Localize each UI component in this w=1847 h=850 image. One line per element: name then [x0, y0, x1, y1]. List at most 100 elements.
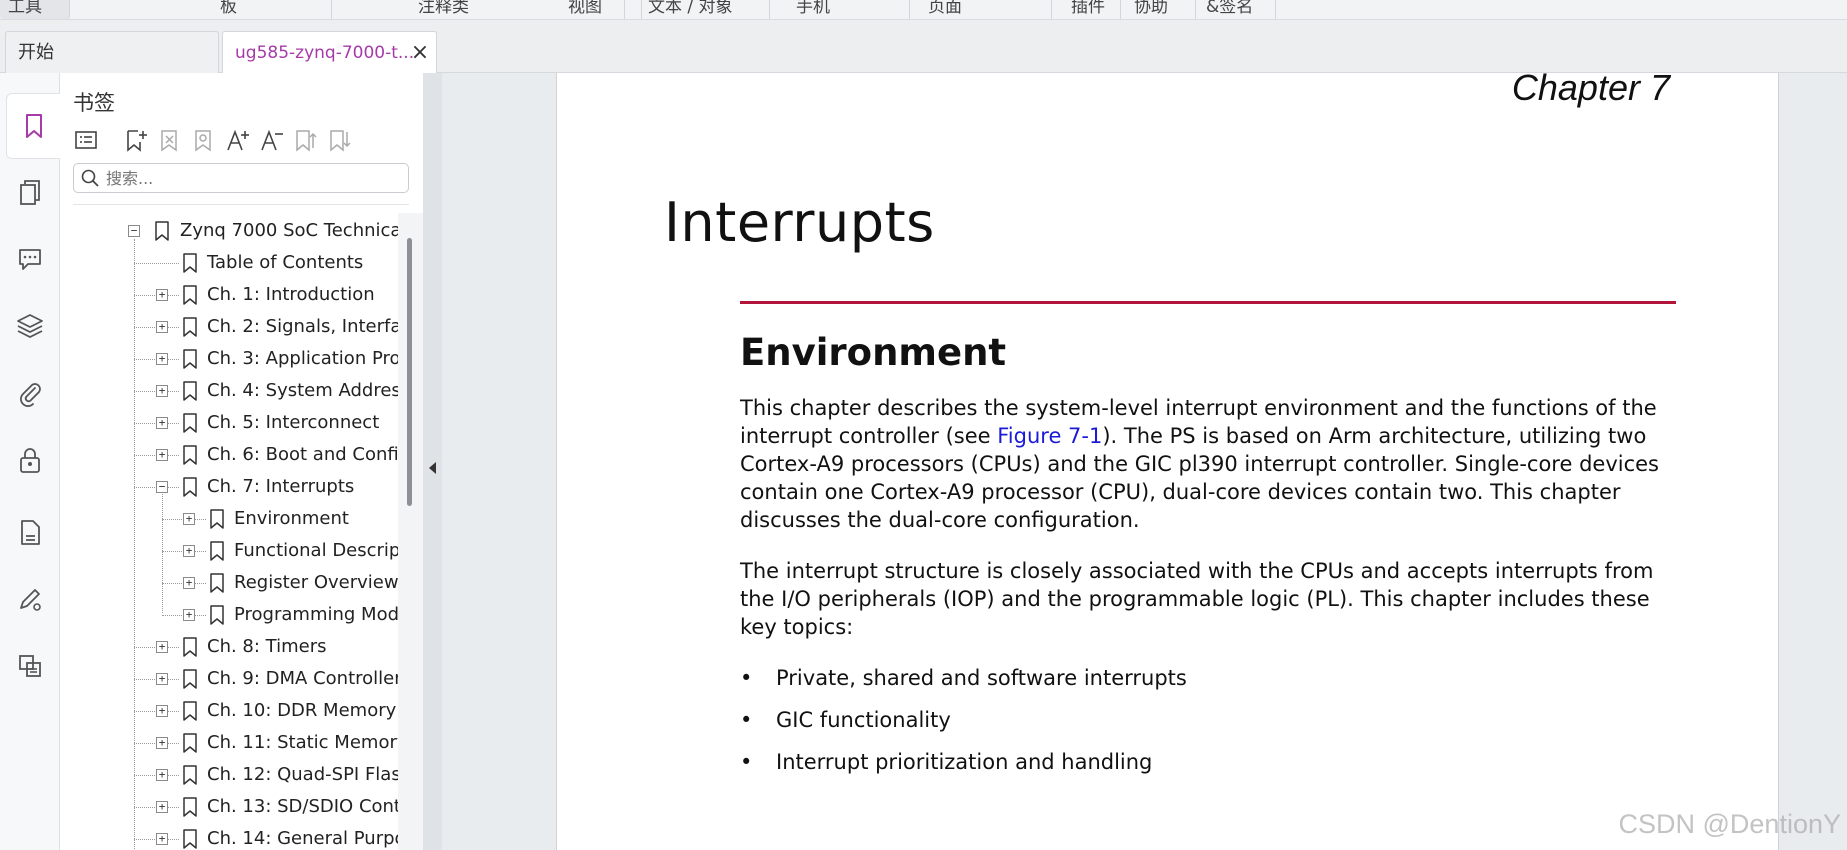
- menu-item-view[interactable]: 视图: [560, 0, 642, 19]
- bookmark-icon: [183, 445, 197, 465]
- add-bookmark-icon: [127, 130, 147, 152]
- tab-document[interactable]: ug585-zynq-7000-t... ×: [222, 31, 437, 73]
- bookmark-item[interactable]: + Programming Model: [60, 599, 398, 631]
- bookmark-tree-scrollbar[interactable]: [398, 213, 423, 850]
- bookmark-icon: [210, 541, 224, 561]
- menu-item-sign[interactable]: &签名: [1198, 0, 1276, 19]
- bookmark-icon: [183, 317, 197, 337]
- scrollbar-thumb[interactable]: [407, 238, 412, 506]
- bookmark-item[interactable]: + Ch. 10: DDR Memory Controller: [60, 695, 398, 727]
- expand-icon[interactable]: +: [156, 769, 168, 781]
- bookmark-item[interactable]: − Ch. 7: Interrupts: [60, 471, 398, 503]
- bookmark-root[interactable]: − Zynq 7000 SoC Technical Reference Manua…: [60, 215, 398, 247]
- expand-icon[interactable]: +: [183, 513, 195, 525]
- find-bookmark-button[interactable]: [190, 125, 218, 155]
- expand-icon[interactable]: +: [156, 705, 168, 717]
- compare-panel-button[interactable]: [8, 644, 52, 688]
- expand-icon[interactable]: +: [156, 289, 168, 301]
- expand-icon[interactable]: +: [156, 385, 168, 397]
- menu-item-phone[interactable]: 手机: [788, 0, 910, 19]
- bookmark-item[interactable]: + Ch. 5: Interconnect: [60, 407, 398, 439]
- document-viewer[interactable]: Chapter 7 Interrupts Environment This ch…: [442, 73, 1847, 850]
- add-bookmark-button[interactable]: [122, 125, 150, 155]
- bookmark-label: Ch. 3: Application Processing Unit: [207, 348, 398, 369]
- menu-item-text[interactable]: 文本 / 对象: [640, 0, 770, 19]
- decrease-font-button[interactable]: [258, 125, 286, 155]
- signature-panel-button[interactable]: [8, 577, 52, 621]
- bookmark-icon: [183, 381, 197, 401]
- expand-icon[interactable]: +: [183, 609, 195, 621]
- tab-bar: 开始 ug585-zynq-7000-t... ×: [0, 20, 1847, 73]
- bookmark-icon: [183, 829, 197, 849]
- collapse-icon[interactable]: −: [156, 481, 168, 493]
- bullet-text: Private, shared and software interrupts: [776, 666, 1187, 690]
- bookmark-item[interactable]: Table of Contents: [60, 247, 398, 279]
- layers-panel-button[interactable]: [8, 304, 52, 348]
- bookmark-item[interactable]: + Register Overview: [60, 567, 398, 599]
- figure-link[interactable]: Figure 7-1: [997, 424, 1102, 448]
- bookmark-label: Ch. 14: General Purpose I/O (GPIO): [207, 828, 398, 849]
- attachment-panel-button[interactable]: [8, 371, 52, 415]
- bookmark-icon: [183, 701, 197, 721]
- bookmark-icon: [183, 765, 197, 785]
- bookmark-icon: [210, 573, 224, 593]
- menu-item-page[interactable]: 页面: [920, 0, 1052, 19]
- bookmark-item[interactable]: + Ch. 14: General Purpose I/O (GPIO): [60, 823, 398, 850]
- bookmark-item[interactable]: + Environment: [60, 503, 398, 535]
- bookmark-item[interactable]: + Ch. 9: DMA Controller: [60, 663, 398, 695]
- menu-item-plugin[interactable]: 插件: [1063, 0, 1121, 19]
- delete-bookmark-button[interactable]: [156, 125, 184, 155]
- security-panel-button[interactable]: [8, 438, 52, 482]
- menu-item-assist[interactable]: 协助: [1126, 0, 1196, 19]
- bookmark-label: Ch. 6: Boot and Configuration: [207, 444, 398, 465]
- expand-icon[interactable]: +: [156, 801, 168, 813]
- comment-icon: [19, 249, 41, 270]
- expand-icon[interactable]: +: [183, 577, 195, 589]
- expand-all-button[interactable]: [292, 125, 320, 155]
- expand-icon[interactable]: +: [156, 449, 168, 461]
- expand-icon[interactable]: +: [156, 321, 168, 333]
- bookmark-item[interactable]: + Ch. 13: SD/SDIO Controller: [60, 791, 398, 823]
- collapse-left-icon: [429, 462, 436, 474]
- increase-font-button[interactable]: [224, 125, 252, 155]
- comment-panel-button[interactable]: [8, 237, 52, 281]
- expand-icon[interactable]: +: [156, 353, 168, 365]
- document-icon: [21, 520, 40, 545]
- bookmark-item[interactable]: + Ch. 8: Timers: [60, 631, 398, 663]
- expand-icon[interactable]: +: [156, 641, 168, 653]
- collapse-all-button[interactable]: [326, 125, 354, 155]
- bookmark-item[interactable]: + Ch. 11: Static Memory Controller: [60, 727, 398, 759]
- increase-font-icon: [227, 129, 249, 151]
- bookmark-item[interactable]: + Ch. 4: System Addresses: [60, 375, 398, 407]
- bookmark-item[interactable]: + Ch. 1: Introduction: [60, 279, 398, 311]
- bookmark-item[interactable]: + Ch. 12: Quad-SPI Flash Controller: [60, 759, 398, 791]
- bullet-text: Interrupt prioritization and handling: [776, 750, 1153, 774]
- bookmark-label: Ch. 2: Signals, Interfaces, and Pins: [207, 316, 398, 337]
- bookmark-list-button[interactable]: [72, 125, 100, 155]
- panel-collapse-handle[interactable]: [423, 73, 442, 850]
- expand-icon[interactable]: +: [156, 417, 168, 429]
- expand-icon[interactable]: +: [156, 833, 168, 845]
- bookmark-panel-button[interactable]: [6, 93, 60, 159]
- bookmark-item[interactable]: + Ch. 2: Signals, Interfaces, and Pins: [60, 311, 398, 343]
- bookmark-search-input[interactable]: [106, 167, 402, 189]
- bookmark-icon: [210, 509, 224, 529]
- bookmark-item[interactable]: + Ch. 3: Application Processing Unit: [60, 343, 398, 375]
- expand-icon[interactable]: +: [183, 545, 195, 557]
- bookmark-item[interactable]: + Functional Description: [60, 535, 398, 567]
- expand-icon[interactable]: +: [156, 737, 168, 749]
- chapter-heading: Chapter 7: [1511, 73, 1670, 108]
- bookmark-label: Ch. 4: System Addresses: [207, 380, 398, 401]
- tab-start[interactable]: 开始: [5, 31, 219, 73]
- bookmark-icon: [183, 797, 197, 817]
- expand-icon[interactable]: +: [156, 673, 168, 685]
- pages-panel-button[interactable]: [8, 170, 52, 214]
- bookmark-label: Ch. 11: Static Memory Controller: [207, 732, 398, 753]
- close-icon[interactable]: ×: [410, 32, 430, 74]
- bookmark-label: Ch. 12: Quad-SPI Flash Controller: [207, 764, 398, 785]
- menu-item-tools[interactable]: 工具: [0, 0, 70, 19]
- document-panel-button[interactable]: [8, 510, 52, 554]
- collapse-icon[interactable]: −: [128, 225, 140, 237]
- bookmark-item[interactable]: + Ch. 6: Boot and Configuration: [60, 439, 398, 471]
- menu-item-2[interactable]: 板: [212, 0, 332, 19]
